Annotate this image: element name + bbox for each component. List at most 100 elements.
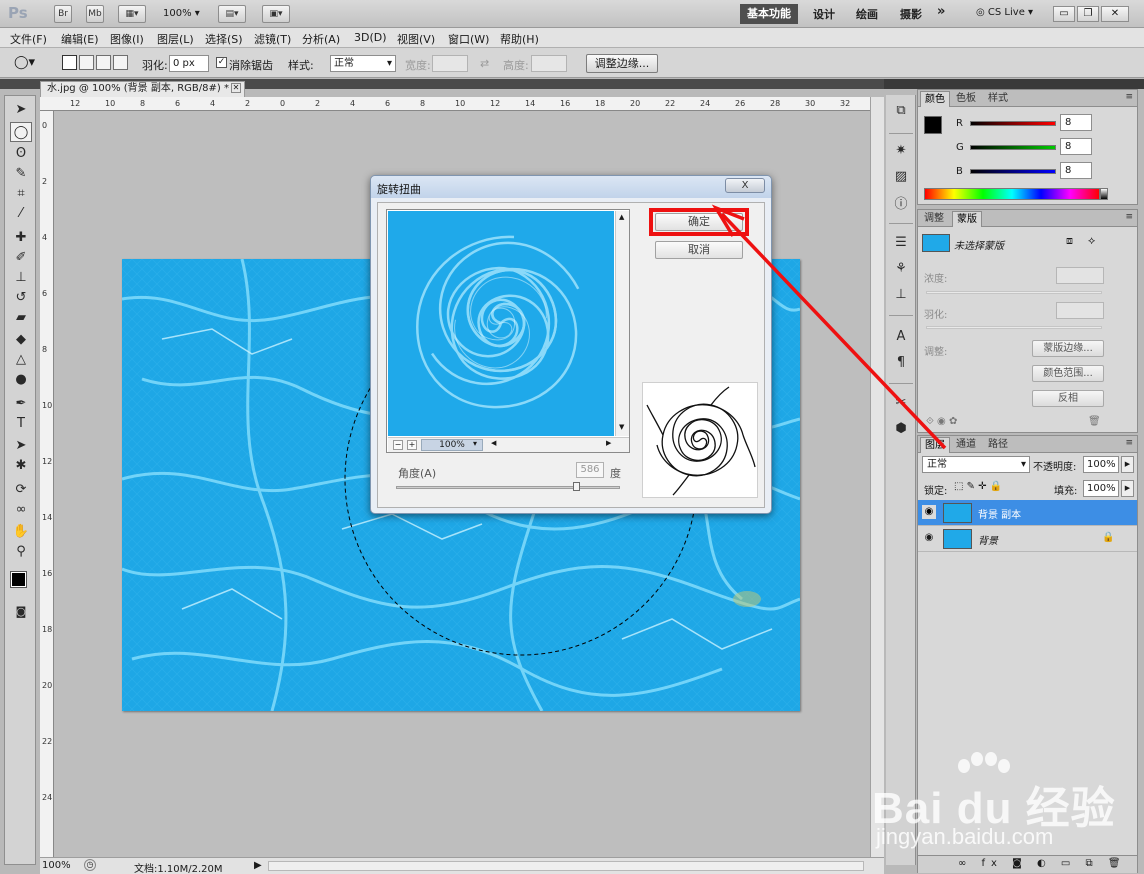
opacity-arrow-icon[interactable]: ▶ xyxy=(1121,456,1134,473)
new-selection-icon[interactable] xyxy=(62,55,77,70)
lock-icons[interactable]: ⬚ ✎ ✛ 🔒 xyxy=(954,481,1002,492)
zoom-tool-icon[interactable]: ⚲ xyxy=(10,542,32,562)
color-spectrum-ramp[interactable] xyxy=(924,188,1100,200)
width-input[interactable] xyxy=(432,55,468,72)
pen-tool-icon[interactable]: ✒ xyxy=(10,394,32,414)
minimize-button[interactable]: ▭ xyxy=(1053,6,1075,22)
shape-tool-icon[interactable]: ✱ xyxy=(10,456,32,476)
menu-file[interactable]: 文件(F) xyxy=(10,31,47,47)
3d-rotate-tool-icon[interactable]: ⟳ xyxy=(10,480,32,500)
workspace-design[interactable]: 设计 xyxy=(813,6,835,22)
tab-swatches[interactable]: 色板 xyxy=(952,91,980,107)
black-white-ramp[interactable] xyxy=(1100,188,1108,200)
feather-input[interactable]: 0 px xyxy=(169,55,209,72)
color-foreground-swatch[interactable] xyxy=(924,116,942,134)
tab-channels[interactable]: 通道 xyxy=(952,437,980,453)
view-extras-button[interactable]: ▦▾ xyxy=(118,5,146,23)
clone-source-panel-icon[interactable]: ⊥ xyxy=(890,285,912,305)
layer-row-background[interactable]: ◉ 背景 🔒 xyxy=(918,526,1137,552)
panel-menu-icon[interactable]: ≡ xyxy=(1125,212,1133,222)
tab-paths[interactable]: 路径 xyxy=(984,437,1012,453)
cancel-button[interactable]: 取消 xyxy=(655,241,743,259)
scroll-right-icon[interactable]: ▶ xyxy=(606,439,611,447)
tab-adjustments[interactable]: 调整 xyxy=(920,211,948,227)
history-brush-tool-icon[interactable]: ↺ xyxy=(10,288,32,308)
mini-bridge-button[interactable]: Mb xyxy=(86,5,104,23)
style-select[interactable]: 正常 ▾ xyxy=(330,55,396,72)
eraser-tool-icon[interactable]: ▰ xyxy=(10,308,32,328)
subtract-selection-icon[interactable] xyxy=(96,55,111,70)
tab-masks[interactable]: 蒙版 xyxy=(952,211,982,227)
foreground-color-swatch[interactable] xyxy=(10,571,27,588)
intersect-selection-icon[interactable] xyxy=(113,55,128,70)
zoom-level-dropdown[interactable]: 100% ▾ xyxy=(163,8,200,19)
workspace-painting[interactable]: 绘画 xyxy=(856,6,878,22)
eyedropper-tool-icon[interactable]: ⁄ xyxy=(10,204,32,224)
document-close-icon[interactable]: ✕ xyxy=(231,83,241,93)
pixel-mask-icon[interactable]: ⧈ xyxy=(1066,234,1073,248)
opacity-input[interactable]: 100% xyxy=(1083,456,1119,473)
menu-layer[interactable]: 图层(L) xyxy=(157,31,194,47)
density-slider[interactable] xyxy=(926,291,1102,294)
healing-brush-tool-icon[interactable]: ✚ xyxy=(10,228,32,248)
green-slider[interactable] xyxy=(970,145,1056,150)
blend-mode-select[interactable]: 正常 ▾ xyxy=(922,456,1030,473)
density-input[interactable] xyxy=(1056,267,1104,284)
delete-mask-icon[interactable]: 🗑 xyxy=(1088,416,1101,427)
preview-vertical-scrollbar[interactable]: ▲ ▼ xyxy=(615,211,629,436)
move-tool-icon[interactable]: ➤ xyxy=(10,100,32,120)
brush-tool-icon[interactable]: ✐ xyxy=(10,248,32,268)
crop-tool-icon[interactable]: ⌗ xyxy=(10,184,32,204)
screen-mode-button[interactable]: ▣▾ xyxy=(262,5,290,23)
3d-orbit-tool-icon[interactable]: ∞ xyxy=(10,500,32,520)
color-range-button[interactable]: 颜色范围... xyxy=(1032,365,1104,382)
mask-footer-icons[interactable]: ⟐ ◉ ✿ xyxy=(926,416,957,427)
eye-icon[interactable]: ◉ xyxy=(922,531,936,545)
angle-slider-thumb[interactable] xyxy=(573,482,580,491)
mask-feather-slider[interactable] xyxy=(926,326,1102,329)
angle-input[interactable]: 586 xyxy=(576,462,604,478)
quick-mask-icon[interactable]: ◙ xyxy=(10,602,32,622)
panel-menu-icon[interactable]: ≡ xyxy=(1125,438,1133,448)
3d-panel-icon[interactable]: ⬢ xyxy=(890,419,912,439)
green-input[interactable]: 8 xyxy=(1060,138,1092,155)
dialog-close-button[interactable]: X xyxy=(725,178,765,193)
document-horizontal-scrollbar[interactable] xyxy=(268,861,864,871)
panel-dock-handle[interactable] xyxy=(884,79,1144,89)
zoom-dropdown-icon[interactable]: ▾ xyxy=(473,439,477,448)
bridge-button[interactable]: Br xyxy=(54,5,72,23)
type-tool-icon[interactable]: T xyxy=(10,414,32,434)
menu-help[interactable]: 帮助(H) xyxy=(500,31,539,47)
tab-color[interactable]: 颜色 xyxy=(920,91,950,107)
menu-window[interactable]: 窗口(W) xyxy=(448,31,489,47)
eye-icon[interactable]: ◉ xyxy=(922,505,936,519)
paragraph-panel-icon[interactable]: ¶ xyxy=(890,353,912,373)
mask-feather-input[interactable] xyxy=(1056,302,1104,319)
antialias-checkbox[interactable]: ✓ xyxy=(216,57,227,68)
brush-presets-panel-icon[interactable]: ⚘ xyxy=(890,259,912,279)
mask-edge-button[interactable]: 蒙版边缘... xyxy=(1032,340,1104,357)
height-input[interactable] xyxy=(531,55,567,72)
red-slider[interactable] xyxy=(970,121,1056,126)
elliptical-marquee-tool-icon[interactable]: ◯ xyxy=(10,122,32,142)
dialog-title-bar[interactable]: 旋转扭曲 X xyxy=(371,176,771,198)
cs-live-button[interactable]: ◎ CS Live ▾ xyxy=(976,7,1033,18)
ellipse-marquee-preset[interactable]: ◯▾ xyxy=(14,55,35,70)
menu-filter[interactable]: 滤镜(T) xyxy=(254,31,291,47)
character-panel-icon[interactable]: A xyxy=(890,327,912,347)
refine-edge-button[interactable]: 调整边缘... xyxy=(586,54,658,73)
paint-bucket-tool-icon[interactable]: ◆ xyxy=(10,330,32,350)
zoom-out-button[interactable]: − xyxy=(393,440,403,450)
vector-mask-icon[interactable]: ⟡ xyxy=(1088,234,1095,248)
angle-slider-track[interactable] xyxy=(396,486,620,489)
lasso-tool-icon[interactable]: ʘ xyxy=(10,144,32,164)
twirl-preview[interactable] xyxy=(388,211,614,436)
status-menu-arrow-icon[interactable]: ▶ xyxy=(254,860,262,871)
status-zoom[interactable]: 100% xyxy=(42,860,71,871)
fill-input[interactable]: 100% xyxy=(1083,480,1119,497)
more-workspaces-button[interactable]: » xyxy=(937,4,945,19)
document-tab[interactable]: 水.jpg @ 100% (背景 副本, RGB/8#) * ✕ xyxy=(40,81,245,97)
workspace-photography[interactable]: 摄影 xyxy=(900,6,922,22)
red-input[interactable]: 8 xyxy=(1060,114,1092,131)
close-button[interactable]: ✕ xyxy=(1101,6,1129,22)
